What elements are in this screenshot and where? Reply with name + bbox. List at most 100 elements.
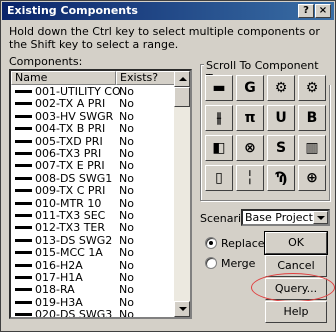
- list-item[interactable]: 017-H1A No: [11, 271, 176, 284]
- scroll-to-load-group-button[interactable]: ⚙: [298, 75, 326, 101]
- component-exists: No: [119, 147, 134, 160]
- transformer-icon: ⫲: [216, 110, 222, 126]
- breaker-icon: B: [306, 110, 318, 126]
- busbar-icon: [15, 251, 32, 255]
- list-item[interactable]: 002-TX A PRI No: [11, 97, 176, 110]
- list-item[interactable]: 020-DS SWG3 No: [11, 308, 176, 319]
- merge-radio[interactable]: [205, 257, 217, 269]
- busbar-icon: [15, 90, 32, 93]
- busbar-icon: [15, 201, 32, 205]
- fuse-icon: ▯: [215, 170, 223, 186]
- component-name: 013-DS SWG2: [35, 233, 113, 247]
- busbar-icon: [15, 127, 32, 131]
- replace-label[interactable]: Replace: [221, 237, 265, 250]
- list-item[interactable]: 003-HV SWGR No: [11, 110, 176, 123]
- list-item[interactable]: 007-TX E PRI No: [11, 159, 176, 172]
- components-label: Components:: [9, 55, 83, 68]
- query-highlight-ellipse: [251, 273, 335, 302]
- capacitor-icon: ▥: [305, 140, 319, 156]
- help-title-button[interactable]: ?: [298, 4, 314, 18]
- scroll-to-breaker-button[interactable]: B: [298, 105, 326, 131]
- list-item[interactable]: 006-TX3 PRI No: [11, 147, 176, 160]
- list-item[interactable]: 011-TX3 SEC No: [11, 209, 176, 222]
- utility-icon: U: [275, 110, 287, 126]
- cable-icon: π: [244, 110, 256, 126]
- busbar-icon: [15, 276, 32, 279]
- scroll-to-reactor-button[interactable]: Ϡ: [267, 165, 295, 191]
- busbar-icon: [15, 288, 32, 292]
- component-exists: No: [119, 196, 134, 210]
- load-group-icon: ⚙: [305, 80, 319, 96]
- component-exists: No: [119, 171, 134, 185]
- busbar-icon: [15, 263, 32, 267]
- scroll-to-disconnect-button[interactable]: ╎: [236, 165, 264, 191]
- component-name: 002-TX A PRI: [35, 97, 106, 111]
- list-item[interactable]: 001-UTILITY CO No: [11, 85, 176, 98]
- scroll-to-fuse-button[interactable]: ▯: [205, 165, 233, 191]
- list-item[interactable]: 015-MCC 1A No: [11, 246, 176, 259]
- component-name: 015-MCC 1A: [35, 246, 103, 260]
- replace-radio[interactable]: [205, 237, 217, 249]
- scroll-to-motor-group-button[interactable]: ⚙: [267, 75, 295, 101]
- component-exists: No: [119, 258, 134, 272]
- scenario-dropdown-button[interactable]: [313, 211, 328, 224]
- busbar-icon: [15, 214, 32, 217]
- list-item[interactable]: 016-H2A No: [11, 259, 176, 272]
- component-exists: No: [119, 233, 134, 247]
- scroll-to-utility-button[interactable]: U: [267, 105, 295, 131]
- list-item[interactable]: 008-DS SWG1 No: [11, 172, 176, 185]
- list-item[interactable]: 012-TX3 TER No: [11, 221, 176, 234]
- scroll-to-relay-button[interactable]: ⊗: [236, 135, 264, 161]
- busbar-icon: [15, 164, 32, 168]
- close-button[interactable]: ×: [315, 4, 331, 18]
- component-exists: No: [119, 221, 134, 235]
- component-name: 006-TX3 PRI: [35, 147, 102, 160]
- list-item[interactable]: 018-RA No: [11, 283, 176, 296]
- column-header-exists[interactable]: Exists?: [116, 71, 176, 85]
- scroll-to-busbar-button[interactable]: ▬: [205, 75, 233, 101]
- list-scrollbar[interactable]: [174, 71, 190, 317]
- generator-icon: G: [244, 80, 256, 96]
- busbar-icon: [15, 300, 32, 304]
- component-name: 007-TX E PRI: [35, 159, 105, 173]
- scroll-down-button[interactable]: [174, 301, 190, 317]
- component-name: 020-DS SWG3: [35, 308, 113, 319]
- list-item[interactable]: 009-TX C PRI No: [11, 184, 176, 197]
- busbar-icon: [15, 152, 32, 155]
- scroll-to-transformer-button[interactable]: ⫲: [205, 105, 233, 131]
- component-name: 003-HV SWGR: [35, 109, 114, 123]
- scroll-thumb[interactable]: [174, 87, 190, 107]
- components-list[interactable]: Name Exists? 001-UTILITY CO No 002-TX A PR…: [9, 69, 192, 319]
- scroll-up-button[interactable]: [174, 71, 190, 87]
- list-item[interactable]: 010-MTR 10 No: [11, 197, 176, 210]
- list-item[interactable]: 013-DS SWG2 No: [11, 234, 176, 247]
- ok-button[interactable]: OK: [264, 231, 328, 255]
- component-exists: No: [119, 209, 134, 222]
- scroll-to-capacitor-button[interactable]: ▥: [298, 135, 326, 161]
- panel-icon: ◧: [212, 140, 226, 156]
- scenario-select[interactable]: Base Project: [241, 209, 330, 226]
- disconnect-icon: ╎: [245, 170, 255, 186]
- scroll-to-switch-button[interactable]: S: [267, 135, 295, 161]
- busbar-icon: [15, 189, 32, 193]
- list-item[interactable]: 019-H3A No: [11, 296, 176, 309]
- merge-label[interactable]: Merge: [221, 257, 255, 270]
- busbar-icon: [15, 238, 32, 242]
- chevron-down-icon: [317, 216, 325, 220]
- scroll-to-panel-button[interactable]: ◧: [205, 135, 233, 161]
- component-name: 011-TX3 SEC: [35, 209, 106, 222]
- list-item[interactable]: 005-TXD PRI No: [11, 135, 176, 148]
- scroll-to-generator-button[interactable]: G: [236, 75, 264, 101]
- component-exists: No: [119, 295, 134, 309]
- component-exists: No: [119, 184, 134, 198]
- busbar-icon: [15, 114, 32, 118]
- scroll-to-filter-button[interactable]: ⊕: [298, 165, 326, 191]
- scroll-to-cable-button[interactable]: π: [236, 105, 264, 131]
- busbar-icon: [15, 176, 32, 180]
- close-icon: ×: [318, 5, 328, 16]
- switch-icon: S: [275, 140, 287, 156]
- list-item[interactable]: 004-TX B PRI No: [11, 122, 176, 135]
- component-name: 012-TX3 TER: [35, 221, 106, 235]
- column-header-name[interactable]: Name: [11, 71, 116, 85]
- help-button[interactable]: Help: [265, 301, 327, 323]
